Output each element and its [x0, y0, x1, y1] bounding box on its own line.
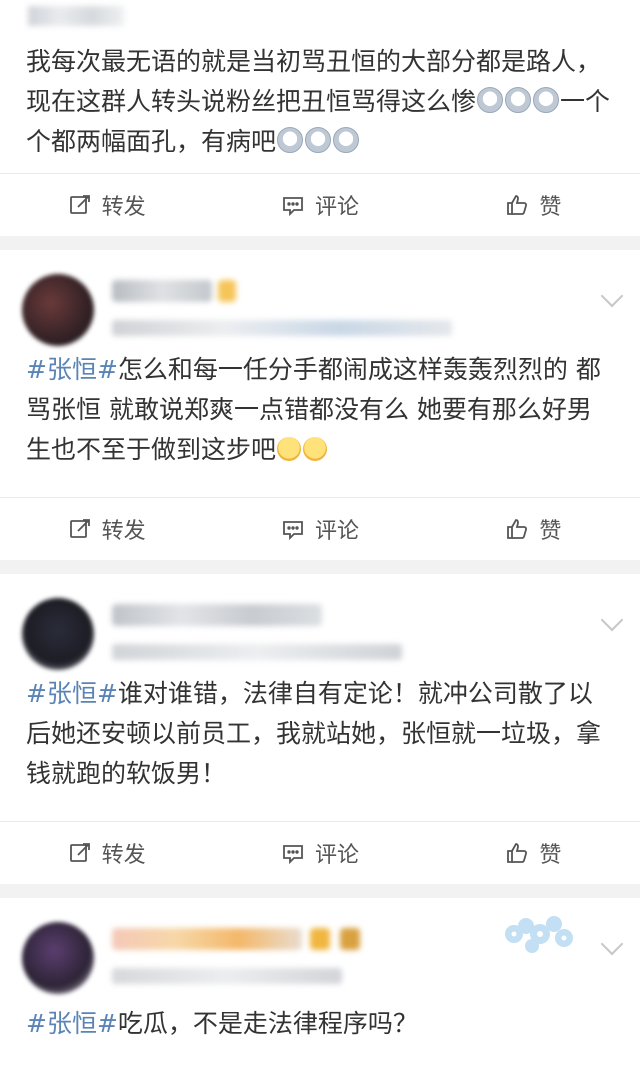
post-header	[0, 250, 640, 346]
like-button[interactable]: 赞	[427, 513, 640, 545]
blurred-username[interactable]	[112, 280, 212, 302]
comment-bubble-icon	[283, 845, 303, 865]
forward-button[interactable]: 转发	[0, 513, 213, 545]
edit-share-icon	[69, 195, 90, 214]
avatar[interactable]	[22, 274, 94, 346]
blurred-username	[28, 6, 124, 26]
yum-emoji-icon	[277, 437, 302, 461]
action-bar: 转发 评论 赞	[0, 821, 640, 884]
comment-button[interactable]: 评论	[213, 189, 426, 221]
user-badge	[340, 928, 360, 950]
separator	[0, 560, 640, 574]
edit-share-icon	[69, 519, 90, 538]
post-card: #张恒#怎么和每一任分手都闹成这样轰轰烈烈的 都骂张恒 就敢说郑爽一点错都没有么…	[0, 250, 640, 560]
avatar[interactable]	[22, 598, 94, 670]
comment-bubble-icon	[283, 197, 303, 217]
shocked-emoji-icon	[305, 127, 332, 153]
action-bar: 转发 评论 赞	[0, 173, 640, 236]
post-header	[0, 898, 640, 994]
shocked-emoji-icon	[533, 87, 560, 113]
comment-button[interactable]: 评论	[213, 837, 426, 869]
edit-share-icon	[69, 843, 90, 862]
shocked-emoji-icon	[277, 127, 304, 153]
post-meta	[112, 968, 342, 984]
hashtag-link[interactable]: #张恒#	[26, 1009, 118, 1038]
post-card: #张恒#谁对谁错，法律自有定论！就冲公司散了以后她还安顿以前员工，我就站她，张恒…	[0, 574, 640, 884]
user-badge	[310, 928, 330, 950]
blurred-username[interactable]	[112, 928, 302, 950]
hashtag-link[interactable]: #张恒#	[26, 679, 118, 708]
forward-button[interactable]: 转发	[0, 837, 213, 869]
comment-button[interactable]: 评论	[213, 513, 426, 545]
post-text: #张恒#谁对谁错，法律自有定论！就冲公司散了以后她还安顿以前员工，我就站她，张恒…	[26, 679, 602, 788]
post-card: #张恒#吃瓜，不是走法律程序吗？	[0, 898, 640, 1069]
avatar[interactable]	[22, 922, 94, 994]
post-meta	[112, 644, 402, 660]
post-card: 我每次最无语的就是当初骂丑恒的大部分都是路人，现在这群人转头说粉丝把丑恒骂得这么…	[0, 0, 640, 236]
comment-bubble-icon	[283, 521, 303, 541]
blurred-username[interactable]	[112, 604, 322, 626]
post-text: #张恒#怎么和每一任分手都闹成这样轰轰烈烈的 都骂张恒 就敢说郑爽一点错都没有么…	[26, 355, 601, 464]
shocked-emoji-icon	[505, 87, 532, 113]
thumbs-up-icon	[507, 843, 528, 863]
post-meta	[112, 320, 452, 336]
thumbs-up-icon	[507, 519, 528, 539]
post-header	[0, 574, 640, 670]
post-text: #张恒#吃瓜，不是走法律程序吗？	[26, 1009, 418, 1038]
hashtag-link[interactable]: #张恒#	[26, 355, 118, 384]
user-badge	[218, 280, 236, 302]
chevron-down-icon[interactable]	[600, 284, 624, 308]
chevron-down-icon[interactable]	[600, 608, 624, 632]
like-button[interactable]: 赞	[427, 189, 640, 221]
forward-button[interactable]: 转发	[0, 189, 213, 221]
action-bar: 转发 评论 赞	[0, 497, 640, 560]
separator	[0, 236, 640, 250]
shocked-emoji-icon	[333, 127, 360, 153]
like-button[interactable]: 赞	[427, 837, 640, 869]
shocked-emoji-icon	[477, 87, 504, 113]
separator	[0, 884, 640, 898]
yum-emoji-icon	[303, 437, 328, 461]
thumbs-up-icon	[507, 195, 528, 215]
chevron-down-icon[interactable]	[600, 932, 624, 956]
